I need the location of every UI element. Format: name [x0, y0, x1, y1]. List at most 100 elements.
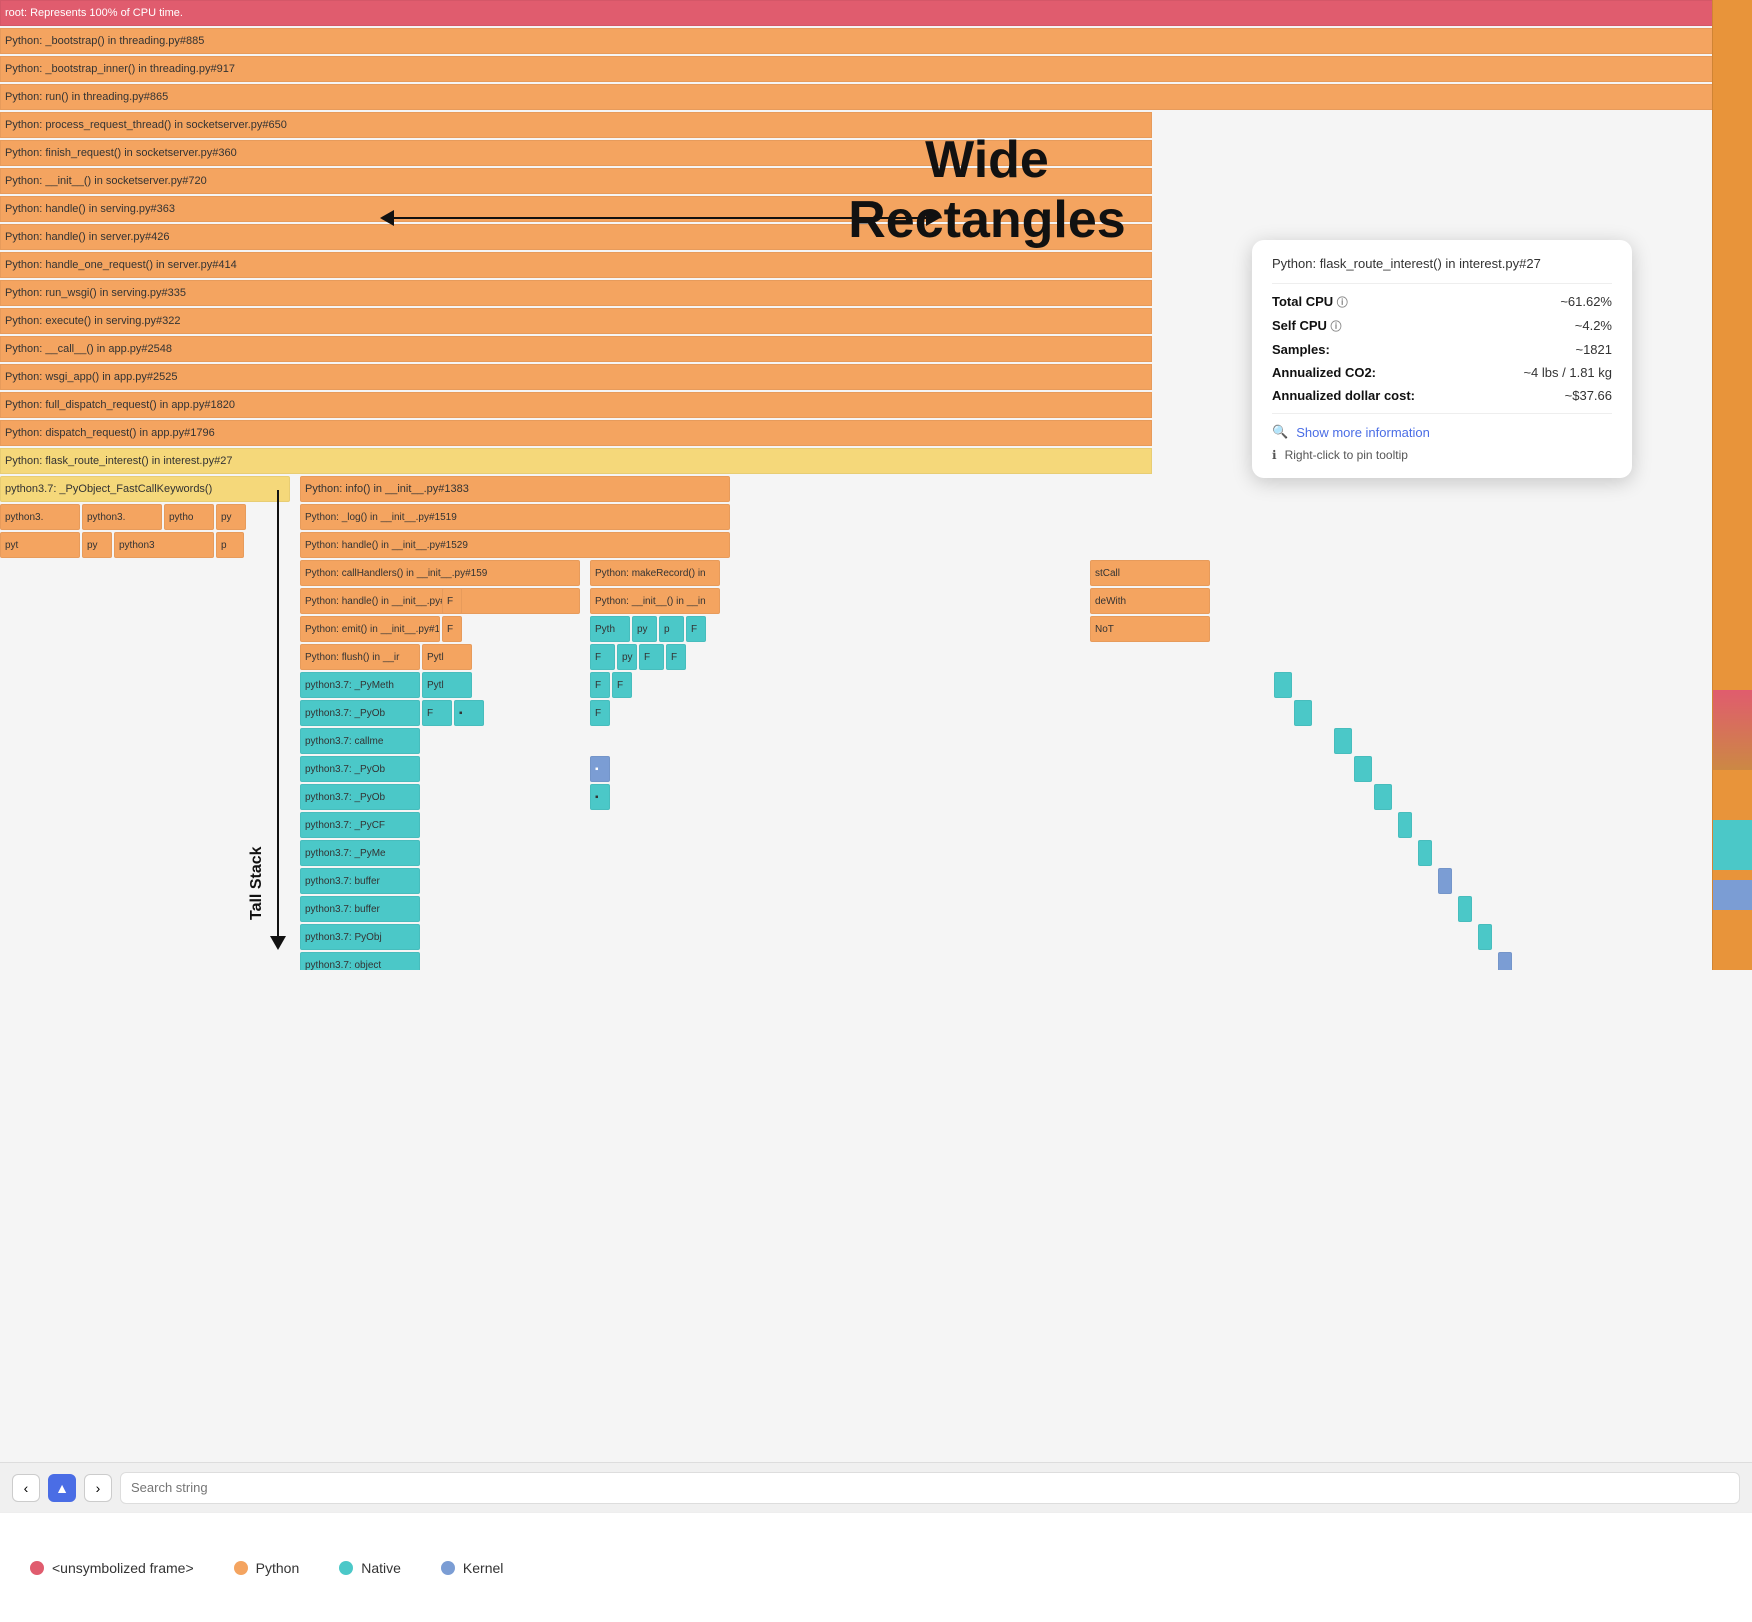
legend-unsymbolized: <unsymbolized frame> — [30, 1560, 194, 1576]
tooltip: Python: flask_route_interest() in intere… — [1252, 240, 1632, 478]
flame-row-buffer2[interactable]: python3.7: buffer — [300, 896, 420, 922]
flame-row-init-init[interactable]: Python: __init__() in __in — [590, 588, 720, 614]
flame-row-py2[interactable]: py — [82, 532, 112, 558]
flame-row-py3b[interactable]: python3. — [82, 504, 162, 530]
tooltip-show-more[interactable]: 🔍 Show more information — [1272, 424, 1612, 440]
flame-row-emit103[interactable]: Python: emit() in __init__.py#103 — [300, 616, 440, 642]
flame-row-makerecord[interactable]: Python: makeRecord() in — [590, 560, 720, 586]
nav-next-button[interactable]: › — [84, 1474, 112, 1502]
flame-row-10[interactable]: Python: run_wsgi() in serving.py#335 — [0, 280, 1152, 306]
flame-row-5[interactable]: Python: finish_request() in socketserver… — [0, 140, 1152, 166]
scatter-9 — [1458, 896, 1472, 922]
flame-row-pytho[interactable]: pytho — [164, 504, 214, 530]
flame-row-ker1[interactable]: ▪ — [590, 756, 610, 782]
tooltip-samples: Samples: ~1821 — [1272, 342, 1612, 357]
scatter-6 — [1398, 812, 1412, 838]
legend-kernel: Kernel — [441, 1560, 503, 1576]
flame-row-f4[interactable]: F — [590, 644, 615, 670]
flame-row-f10[interactable]: F — [590, 700, 610, 726]
flame-row-callhandlers[interactable]: Python: callHandlers() in __init__.py#15… — [300, 560, 580, 586]
flame-row-f9[interactable]: F — [422, 700, 452, 726]
flame-row-flush[interactable]: Python: flush() in __ir — [300, 644, 420, 670]
flame-row-noT[interactable]: NoT — [1090, 616, 1210, 642]
flame-row-f2[interactable]: F — [442, 616, 462, 642]
tooltip-self-cpu: Self CPU ⓘ ~4.2% — [1272, 318, 1612, 334]
flame-row-f7[interactable]: F — [590, 672, 610, 698]
flame-row-py5[interactable]: py — [617, 644, 637, 670]
scatter-11 — [1498, 952, 1512, 970]
flame-row-fast-call[interactable]: python3.7: _PyObject_FastCallKeywords() — [0, 476, 290, 502]
flame-row-f3[interactable]: F — [686, 616, 706, 642]
flame-row-pyt1[interactable]: pyt — [0, 532, 80, 558]
flame-row-15[interactable]: Python: dispatch_request() in app.py#179… — [0, 420, 1152, 446]
flame-row-pyob3[interactable]: python3.7: _PyOb — [300, 784, 420, 810]
tall-stack-label: Tall Stack — [248, 520, 266, 920]
scatter-1 — [1274, 672, 1292, 698]
search-input[interactable] — [120, 1472, 1740, 1504]
flame-row-8[interactable]: Python: handle() in server.py#426 — [0, 224, 1152, 250]
flame-row-handle1529[interactable]: Python: handle() in __init__.py#1529 — [300, 532, 730, 558]
flame-row-info[interactable]: Python: info() in __init__.py#1383 — [300, 476, 730, 502]
legend: <unsymbolized frame> Python Native Kerne… — [0, 1512, 1752, 1622]
flame-row-pyth1[interactable]: Pyth — [590, 616, 630, 642]
tooltip-pin: ℹ Right-click to pin tooltip — [1272, 448, 1612, 462]
flame-row-py3a[interactable]: python3. — [0, 504, 80, 530]
flame-row-object[interactable]: python3.7: object — [300, 952, 420, 970]
flame-row-f6[interactable]: F — [666, 644, 686, 670]
tooltip-total-cpu: Total CPU ⓘ ~61.62% — [1272, 294, 1612, 310]
flame-row-pyob2[interactable]: python3.7: _PyOb — [300, 756, 420, 782]
flame-row-py3[interactable]: py — [632, 616, 657, 642]
tall-arrow-line — [277, 490, 279, 936]
flame-row-f8[interactable]: F — [612, 672, 632, 698]
flame-row-12[interactable]: Python: __call__() in app.py#2548 — [0, 336, 1152, 362]
flame-row-dewith[interactable]: deWith — [1090, 588, 1210, 614]
flame-row-13[interactable]: Python: wsgi_app() in app.py#2525 — [0, 364, 1152, 390]
legend-dot-native — [339, 1561, 353, 1575]
flame-row-nat1[interactable]: ▪ — [454, 700, 484, 726]
flame-row-py4[interactable]: p — [659, 616, 684, 642]
flame-row-log[interactable]: Python: _log() in __init__.py#1519 — [300, 504, 730, 530]
flame-row-7[interactable]: Python: handle() in serving.py#363 — [0, 196, 1152, 222]
scatter-3 — [1334, 728, 1352, 754]
flame-row-callme[interactable]: python3.7: callme — [300, 728, 420, 754]
flame-row-3[interactable]: Python: run() in threading.py#865 — [0, 84, 1752, 110]
flame-row-9[interactable]: Python: handle_one_request() in server.p… — [0, 252, 1152, 278]
flame-row-buffer1[interactable]: python3.7: buffer — [300, 868, 420, 894]
nav-prev-button[interactable]: ‹ — [12, 1474, 40, 1502]
flame-row-f5[interactable]: F — [639, 644, 664, 670]
flame-row-pyme1[interactable]: python3.7: _PyMe — [300, 840, 420, 866]
flame-row-nat2[interactable]: ▪ — [590, 784, 610, 810]
legend-python: Python — [234, 1560, 300, 1576]
flame-row-root[interactable]: root: Represents 100% of CPU time. — [0, 0, 1752, 26]
flame-row-pytl[interactable]: Pytl — [422, 644, 472, 670]
tall-arrow-head — [270, 936, 286, 950]
flame-row-f1[interactable]: F — [442, 588, 462, 614]
flame-row-python3a[interactable]: python3 — [114, 532, 214, 558]
flame-row-handle905[interactable]: Python: handle() in __init__.py#905 — [300, 588, 580, 614]
flame-row-py1[interactable]: py — [216, 504, 246, 530]
legend-dot-python — [234, 1561, 248, 1575]
flame-row-pycf1[interactable]: python3.7: _PyCF — [300, 812, 420, 838]
flame-row-pyob1[interactable]: python3.7: _PyOb — [300, 700, 420, 726]
flame-row-pymeth[interactable]: python3.7: _PyMeth — [300, 672, 420, 698]
nav-up-button[interactable]: ▲ — [48, 1474, 76, 1502]
flame-row-14[interactable]: Python: full_dispatch_request() in app.p… — [0, 392, 1152, 418]
flame-row-pyobj[interactable]: python3.7: PyObj — [300, 924, 420, 950]
scatter-4 — [1354, 756, 1372, 782]
flame-row-16[interactable]: Python: flask_route_interest() in intere… — [0, 448, 1152, 474]
flame-row-6[interactable]: Python: __init__() in socketserver.py#72… — [0, 168, 1152, 194]
flame-row-2[interactable]: Python: _bootstrap_inner() in threading.… — [0, 56, 1752, 82]
flame-row-1[interactable]: Python: _bootstrap() in threading.py#885 — [0, 28, 1752, 54]
flame-row-4[interactable]: Python: process_request_thread() in sock… — [0, 112, 1152, 138]
flame-row-11[interactable]: Python: execute() in serving.py#322 — [0, 308, 1152, 334]
flame-row-pytl2[interactable]: Pytl — [422, 672, 472, 698]
scatter-10 — [1478, 924, 1492, 950]
scatter-5 — [1374, 784, 1392, 810]
scatter-2 — [1294, 700, 1312, 726]
flame-row-stcall[interactable]: stCall — [1090, 560, 1210, 586]
flame-graph-area: root: Represents 100% of CPU time. Pytho… — [0, 0, 1752, 970]
bottom-bar: ‹ ▲ › — [0, 1462, 1752, 1512]
flame-row-p1[interactable]: p — [216, 532, 244, 558]
tooltip-co2: Annualized CO2: ~4 lbs / 1.81 kg — [1272, 365, 1612, 380]
scatter-8 — [1438, 868, 1452, 894]
